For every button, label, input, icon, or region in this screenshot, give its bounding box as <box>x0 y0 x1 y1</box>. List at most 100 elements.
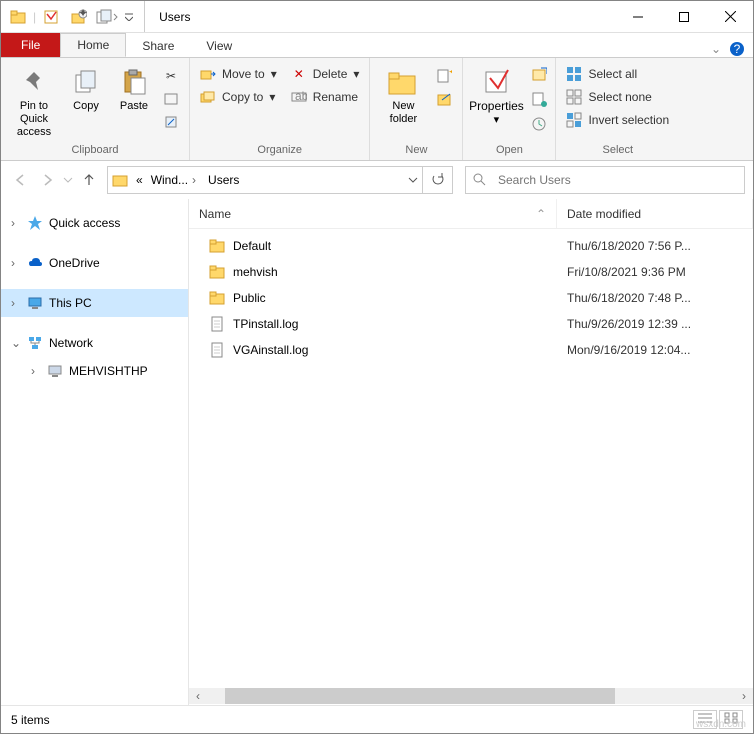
qat-copy-icon[interactable] <box>94 2 120 32</box>
paste-button[interactable]: Paste <box>113 64 155 113</box>
file-date: Fri/10/8/2021 9:36 PM <box>557 265 753 279</box>
refresh-button[interactable] <box>422 166 452 194</box>
search-input[interactable] <box>492 173 744 187</box>
column-header-name[interactable]: Name⌃ <box>189 199 557 228</box>
back-button[interactable] <box>9 168 33 192</box>
group-label-select: Select <box>564 142 671 160</box>
file-row[interactable]: mehvish Fri/10/8/2021 9:36 PM <box>189 259 753 285</box>
file-row[interactable]: TPinstall.logThu/9/26/2019 12:39 ... <box>189 311 753 337</box>
ribbon-group-open: Properties ▾ Open <box>463 58 556 160</box>
tab-home[interactable]: Home <box>60 33 126 57</box>
delete-icon: ✕ <box>291 66 307 82</box>
copy-path-button[interactable] <box>161 89 181 109</box>
up-button[interactable] <box>77 168 101 192</box>
properties-icon <box>480 66 512 98</box>
file-icon <box>209 316 225 332</box>
edit-icon[interactable] <box>531 91 547 110</box>
copyto-icon <box>200 89 216 105</box>
select-all-button[interactable]: Select all <box>564 64 671 84</box>
scroll-right-button[interactable]: › <box>735 688 753 704</box>
status-bar: 5 items <box>1 705 753 733</box>
delete-button[interactable]: ✕Delete ▾ <box>289 64 362 84</box>
scroll-track[interactable] <box>207 688 735 704</box>
file-date: Thu/6/18/2020 7:48 P... <box>557 291 753 305</box>
easy-access-button[interactable] <box>434 89 454 109</box>
file-row[interactable]: DefaultThu/6/18/2020 7:56 P... <box>189 233 753 259</box>
invert-selection-button[interactable]: Invert selection <box>564 110 671 130</box>
close-button[interactable] <box>707 2 753 32</box>
qat-properties-icon[interactable] <box>38 2 64 32</box>
chevron-right-icon[interactable]: › <box>11 296 21 310</box>
chevron-down-icon[interactable]: ⌄ <box>11 336 21 350</box>
file-row[interactable]: VGAinstall.log Mon/9/16/2019 12:04... <box>189 337 753 363</box>
cloud-icon <box>27 255 43 271</box>
breadcrumb-segment[interactable]: Users <box>204 167 243 193</box>
select-none-button[interactable]: Select none <box>564 87 671 107</box>
nav-onedrive[interactable]: ›OneDrive <box>1 249 188 277</box>
ribbon-group-select: Select all Select none Invert selection … <box>556 58 679 160</box>
file-date: Thu/9/26/2019 12:39 ... <box>557 317 753 331</box>
qat-folder-icon[interactable] <box>5 2 31 32</box>
move-to-button[interactable]: Move to ▾ <box>198 64 279 84</box>
address-dropdown[interactable] <box>404 167 422 193</box>
chevron-right-icon[interactable]: › <box>188 173 200 187</box>
rename-button[interactable]: abRename <box>289 87 362 107</box>
column-headers: Name⌃ Date modified <box>189 199 753 229</box>
nav-network[interactable]: ⌄Network <box>1 329 188 357</box>
chevron-right-icon[interactable]: › <box>31 364 41 378</box>
scroll-thumb[interactable] <box>225 688 615 704</box>
folder-icon <box>209 238 225 254</box>
file-rows: DefaultThu/6/18/2020 7:56 P... mehvish Fri… <box>189 229 753 687</box>
copy-icon <box>70 66 102 98</box>
pin-to-quick-access-button[interactable]: Pin to Quick access <box>9 64 59 139</box>
paste-shortcut-button[interactable] <box>161 112 181 132</box>
horizontal-scrollbar[interactable]: ‹ › <box>189 687 753 705</box>
ribbon-group-clipboard: Pin to Quick access Copy Paste ✂ Clipboa… <box>1 58 190 160</box>
invert-icon <box>566 112 582 128</box>
file-row[interactable]: Public Thu/6/18/2020 7:48 P... <box>189 285 753 311</box>
svg-text:ab: ab <box>295 91 307 103</box>
network-icon <box>27 335 43 351</box>
chevron-right-icon[interactable]: › <box>11 256 21 270</box>
new-folder-button[interactable]: New folder <box>378 64 428 126</box>
breadcrumb-segment[interactable]: Wind...› <box>147 167 204 193</box>
file-name: VGAinstall.log <box>233 343 308 357</box>
recent-button[interactable] <box>61 168 75 192</box>
new-item-button[interactable]: ✦ <box>434 66 454 86</box>
history-icon[interactable] <box>531 116 547 135</box>
ribbon-collapse-icon[interactable]: ⌄ <box>711 42 721 56</box>
cut-button[interactable]: ✂ <box>161 66 181 86</box>
group-label-new: New <box>378 142 454 160</box>
nav-quick-access[interactable]: ›Quick access <box>1 209 188 237</box>
help-icon[interactable]: ? <box>729 41 745 57</box>
search-box[interactable] <box>465 166 745 194</box>
nav-this-pc[interactable]: ›This PC <box>1 289 188 317</box>
svg-text:✦: ✦ <box>78 9 87 20</box>
file-date: Mon/9/16/2019 12:04... <box>557 343 753 357</box>
file-name: mehvish <box>233 265 278 279</box>
tab-file[interactable]: File <box>1 33 60 57</box>
nav-computer-mehvish[interactable]: ›MEHVISHTHP <box>1 357 188 385</box>
tab-view[interactable]: View <box>190 35 248 57</box>
scroll-left-button[interactable]: ‹ <box>189 688 207 704</box>
forward-button[interactable] <box>35 168 59 192</box>
qat-customize-dropdown[interactable] <box>122 2 136 32</box>
column-header-date[interactable]: Date modified <box>557 199 753 228</box>
folder-icon <box>112 172 128 188</box>
new-folder-icon <box>387 66 419 98</box>
group-label-clipboard: Clipboard <box>9 142 181 160</box>
open-icon[interactable] <box>531 66 547 85</box>
address-bar[interactable]: « Wind...› Users <box>107 166 453 194</box>
minimize-button[interactable] <box>615 2 661 32</box>
chevron-right-icon[interactable]: › <box>11 216 21 230</box>
qat-new-folder-icon[interactable]: ✦ <box>66 2 92 32</box>
tab-share[interactable]: Share <box>126 35 190 57</box>
copy-button[interactable]: Copy <box>65 64 107 113</box>
copy-to-button[interactable]: Copy to ▾ <box>198 87 279 107</box>
qat-divider: | <box>33 10 36 24</box>
properties-button[interactable]: Properties ▾ <box>471 64 521 127</box>
file-icon <box>209 342 225 358</box>
file-name: Default <box>233 239 271 253</box>
maximize-button[interactable] <box>661 2 707 32</box>
file-name: Public <box>233 291 266 305</box>
